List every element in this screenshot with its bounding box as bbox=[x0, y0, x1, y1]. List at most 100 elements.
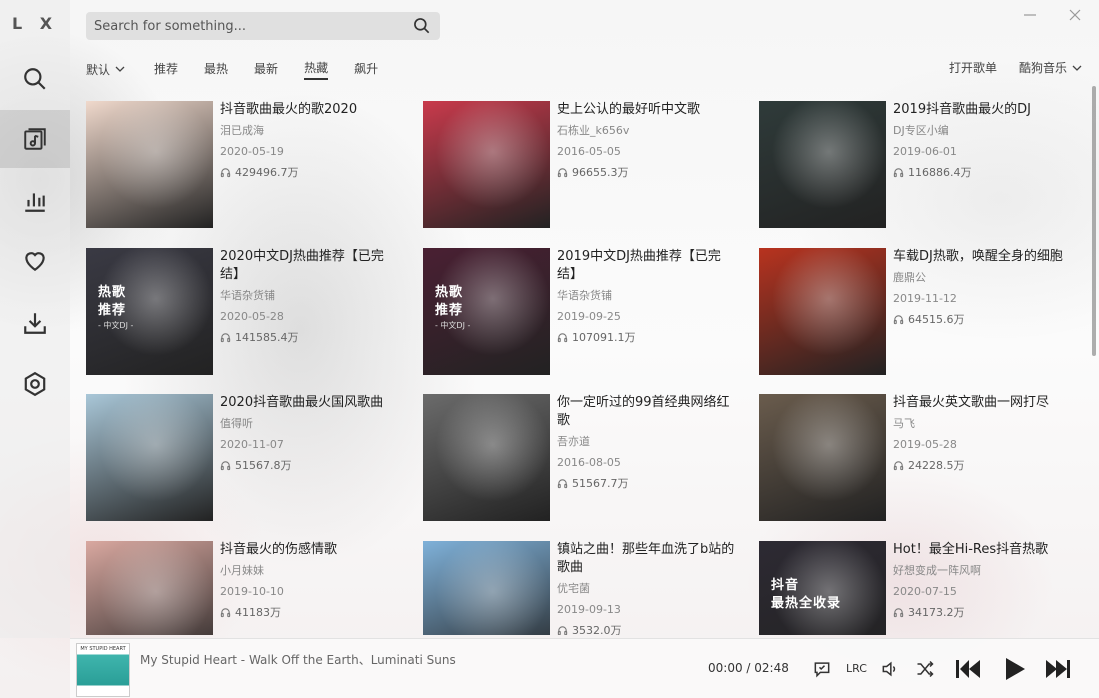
playlist-card[interactable]: 抖音最火英文歌曲一网打尽 马飞 2019-05-28 24228.5万 bbox=[759, 394, 1079, 522]
headphones-icon bbox=[557, 168, 568, 178]
volume-button[interactable] bbox=[880, 659, 900, 683]
playlist-cover[interactable]: 抖音 最热全收录 bbox=[759, 541, 886, 635]
playlist-title[interactable]: 镇站之曲！那些年血洗了b站的歌曲 bbox=[557, 541, 737, 577]
playlist-card[interactable]: 抖音歌曲最火的歌2020 泪已成海 2020-05-19 429496.7万 bbox=[86, 101, 406, 229]
playlist-cover[interactable]: 热歌 推荐 - 中文DJ - bbox=[423, 248, 550, 375]
nav-playlist[interactable] bbox=[0, 110, 70, 168]
playlist-cover[interactable] bbox=[86, 394, 213, 521]
close-icon[interactable] bbox=[1066, 6, 1084, 24]
tab-rising[interactable]: 飙升 bbox=[354, 59, 378, 79]
playlist-title[interactable]: 史上公认的最好听中文歌 bbox=[557, 101, 737, 119]
playlist-author: 鹿鼎公 bbox=[893, 271, 926, 284]
playlist-title[interactable]: Hot！最全Hi-Res抖音热歌 bbox=[893, 541, 1073, 559]
playlist-author: 泪已成海 bbox=[220, 124, 264, 137]
cover-text: 抖音 最热全收录 bbox=[771, 578, 842, 611]
tab-newest[interactable]: 最新 bbox=[254, 59, 278, 79]
headphones-icon bbox=[893, 608, 904, 618]
sort-dropdown[interactable]: 默认 bbox=[86, 61, 126, 78]
playlist-cover[interactable] bbox=[423, 394, 550, 521]
source-label: 酷狗音乐 bbox=[1018, 61, 1067, 75]
playlist-card[interactable]: 热歌 推荐 - 中文DJ - 2019中文DJ热曲推荐【已完结】 华语杂货铺 2019-… bbox=[423, 248, 743, 376]
previous-button[interactable] bbox=[954, 656, 982, 686]
playlist-plays: 64515.6万 bbox=[893, 312, 1073, 327]
playlist-card[interactable]: 抖音 最热全收录 Hot！最全Hi-Res抖音热歌 好想变成一阵风啊 2020-07-… bbox=[759, 541, 1079, 635]
open-playlist-button[interactable]: 打开歌单 bbox=[949, 58, 997, 78]
headphones-icon bbox=[557, 626, 568, 635]
playlist-cover[interactable] bbox=[423, 101, 550, 228]
playlist-info: 2020抖音歌曲最火国风歌曲 值得听 2020-11-07 51567.8万 bbox=[220, 394, 400, 522]
playlist-card[interactable]: 2020抖音歌曲最火国风歌曲 值得听 2020-11-07 51567.8万 bbox=[86, 394, 406, 522]
source-dropdown[interactable]: 酷狗音乐 bbox=[1019, 58, 1083, 78]
scrollbar-thumb[interactable] bbox=[1092, 86, 1096, 356]
play-button[interactable] bbox=[1000, 655, 1028, 687]
playlist-title[interactable]: 2020抖音歌曲最火国风歌曲 bbox=[220, 394, 400, 412]
comment-button[interactable] bbox=[812, 659, 832, 683]
play-count: 96655.3万 bbox=[572, 166, 629, 179]
headphones-icon bbox=[220, 461, 231, 471]
playlist-title[interactable]: 2019中文DJ热曲推荐【已完结】 bbox=[557, 248, 737, 284]
playlist-cover[interactable] bbox=[423, 541, 550, 635]
song-title[interactable]: My Stupid Heart - Walk Off the Earth、Lum… bbox=[140, 651, 456, 668]
lyrics-toggle[interactable]: LRC bbox=[846, 662, 867, 675]
tab-collected[interactable]: 热藏 bbox=[304, 58, 329, 80]
playlist-plays: 429496.7万 bbox=[220, 165, 400, 180]
playlist-title[interactable]: 你一定听过的99首经典网络红歌 bbox=[557, 394, 737, 430]
player-cover-art[interactable]: MY STUPID HEART bbox=[76, 643, 130, 697]
playlist-date: 2016-08-05 bbox=[557, 456, 621, 469]
headphones-icon bbox=[220, 333, 231, 343]
chevron-down-icon bbox=[115, 66, 125, 72]
tab-hottest[interactable]: 最热 bbox=[204, 59, 228, 79]
headphones-icon bbox=[893, 168, 904, 178]
playlist-card[interactable]: 抖音最火的伤感情歌 小月妹妹 2019-10-10 41183万 bbox=[86, 541, 406, 635]
playlist-cover[interactable]: 热歌 推荐 - 中文DJ - bbox=[86, 248, 213, 375]
cover-subtext: - 中文DJ - bbox=[435, 321, 471, 330]
shuffle-icon bbox=[917, 660, 934, 678]
playlist-info: 抖音最火英文歌曲一网打尽 马飞 2019-05-28 24228.5万 bbox=[893, 394, 1073, 522]
playlist-card[interactable]: 镇站之曲！那些年血洗了b站的歌曲 优宅菌 2019-09-13 3532.0万 bbox=[423, 541, 743, 635]
search-input[interactable] bbox=[94, 18, 412, 34]
playlist-card[interactable]: 你一定听过的99首经典网络红歌 吾亦道 2016-08-05 51567.7万 bbox=[423, 394, 743, 522]
playlist-card[interactable]: 车载DJ热歌，唤醒全身的细胞 鹿鼎公 2019-11-12 64515.6万 bbox=[759, 248, 1079, 376]
nav-favorites[interactable] bbox=[0, 232, 70, 290]
chevron-down-icon bbox=[1072, 65, 1082, 71]
playlist-title[interactable]: 车载DJ热歌，唤醒全身的细胞 bbox=[893, 248, 1073, 266]
playlist-author: 石栋业_k656v bbox=[557, 124, 630, 137]
playlist-title[interactable]: 2020中文DJ热曲推荐【已完结】 bbox=[220, 248, 400, 284]
nav-settings[interactable] bbox=[0, 355, 70, 413]
playlist-cover[interactable] bbox=[86, 541, 213, 635]
playlist-cover[interactable] bbox=[759, 394, 886, 521]
playlist-cover[interactable] bbox=[86, 101, 213, 228]
playlist-info: 你一定听过的99首经典网络红歌 吾亦道 2016-08-05 51567.7万 bbox=[557, 394, 737, 522]
playlist-title[interactable]: 2019抖音歌曲最火的DJ bbox=[893, 101, 1073, 119]
playlist-date: 2020-07-15 bbox=[893, 585, 957, 598]
nav-search[interactable] bbox=[0, 50, 70, 108]
playlist-card[interactable]: 史上公认的最好听中文歌 石栋业_k656v 2016-05-05 96655.3万 bbox=[423, 101, 743, 229]
playlist-title[interactable]: 抖音最火英文歌曲一网打尽 bbox=[893, 394, 1073, 412]
playlist-card[interactable]: 热歌 推荐 - 中文DJ - 2020中文DJ热曲推荐【已完结】 华语杂货铺 2020-… bbox=[86, 248, 406, 376]
playlist-title[interactable]: 抖音歌曲最火的歌2020 bbox=[220, 101, 400, 119]
playlist-cover[interactable] bbox=[759, 248, 886, 375]
search-icon bbox=[24, 68, 46, 90]
nav-download[interactable] bbox=[0, 294, 70, 352]
playlist-date: 2019-09-13 bbox=[557, 603, 621, 616]
playlist-date: 2020-05-19 bbox=[220, 145, 284, 158]
playlist-cover[interactable] bbox=[759, 101, 886, 228]
volume-icon bbox=[882, 661, 896, 677]
playlist-author: 小月妹妹 bbox=[220, 564, 264, 577]
filter-tabs: 默认 推荐 最热 最新 热藏 飙升 bbox=[86, 58, 404, 80]
playlist-title[interactable]: 抖音最火的伤感情歌 bbox=[220, 541, 400, 559]
play-count: 24228.5万 bbox=[908, 459, 965, 472]
tab-recommend[interactable]: 推荐 bbox=[154, 59, 178, 79]
playlist-card[interactable]: 2019抖音歌曲最火的DJ DJ专区小编 2019-06-01 116886.4万 bbox=[759, 101, 1079, 229]
search-icon[interactable] bbox=[412, 16, 432, 36]
play-count: 51567.8万 bbox=[235, 459, 292, 472]
nav-leaderboard[interactable] bbox=[0, 172, 70, 230]
playlist-plays: 24228.5万 bbox=[893, 458, 1073, 473]
minimize-icon[interactable] bbox=[1021, 6, 1039, 24]
next-button[interactable] bbox=[1044, 656, 1072, 686]
shuffle-button[interactable] bbox=[915, 659, 935, 683]
playlist-info: 2019抖音歌曲最火的DJ DJ专区小编 2019-06-01 116886.4万 bbox=[893, 101, 1073, 229]
playlist-plays: 3532.0万 bbox=[557, 623, 737, 635]
playlist-date: 2019-09-25 bbox=[557, 310, 621, 323]
playlist-grid: 抖音歌曲最火的歌2020 泪已成海 2020-05-19 429496.7万 史上公认的… bbox=[86, 101, 1086, 635]
